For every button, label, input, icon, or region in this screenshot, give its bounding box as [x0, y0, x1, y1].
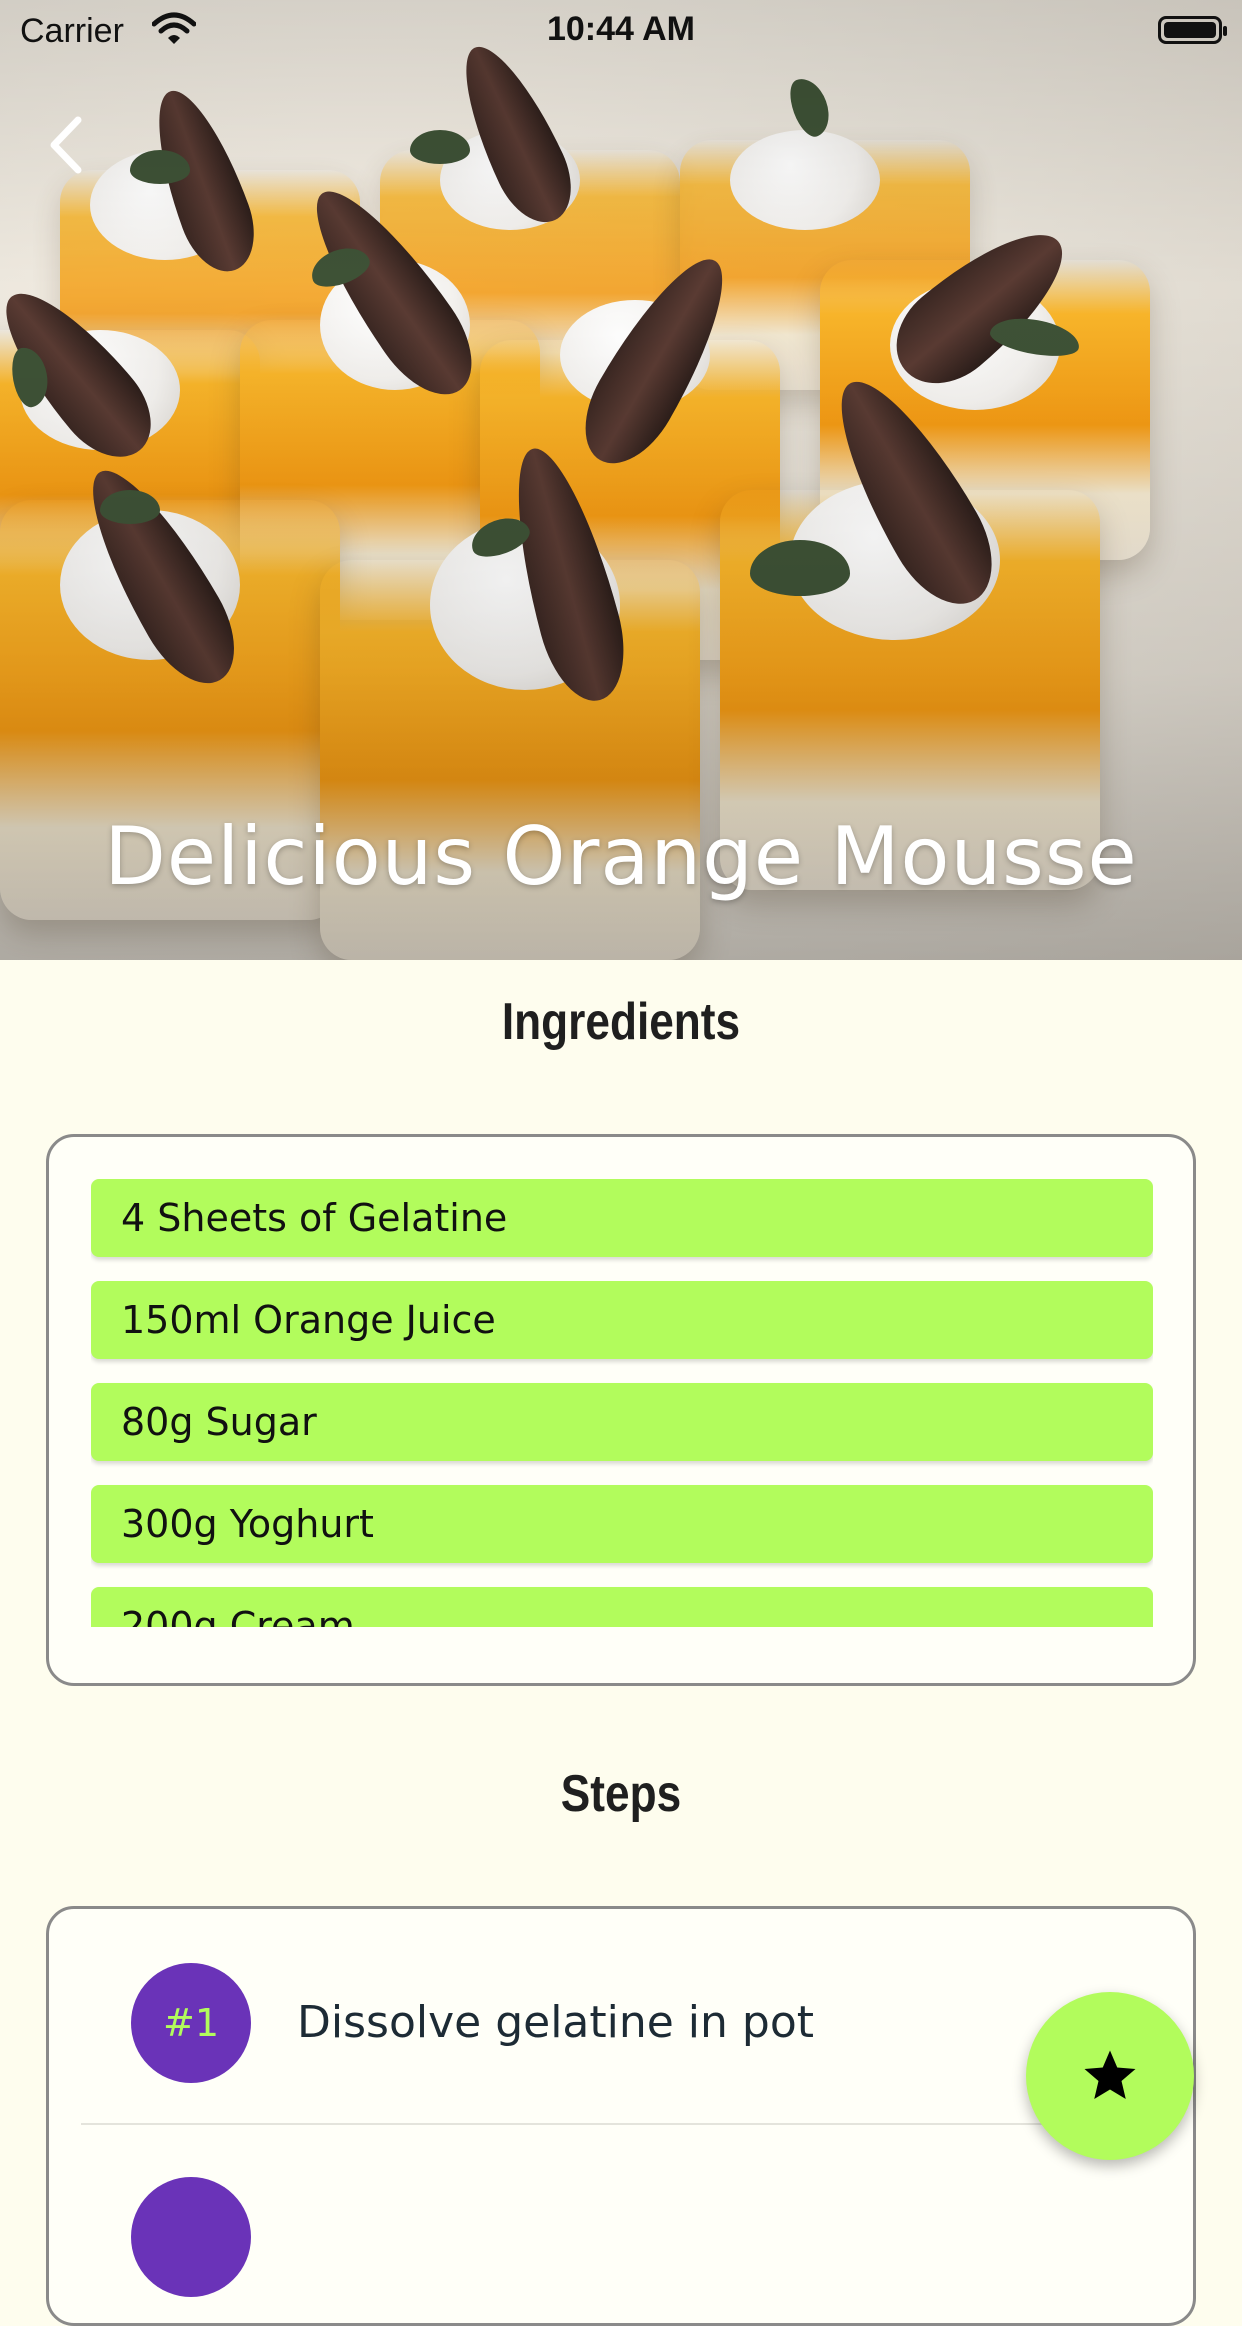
- step-number-badge: [131, 2177, 251, 2297]
- ingredient-item: 200g Cream: [91, 1587, 1153, 1627]
- steps-card: #1 Dissolve gelatine in pot: [46, 1906, 1196, 2326]
- back-button[interactable]: [40, 110, 100, 180]
- ingredients-heading: Ingredients: [501, 993, 741, 1051]
- ingredients-card: 4 Sheets of Gelatine 150ml Orange Juice …: [46, 1134, 1196, 1686]
- ingredient-item: 80g Sugar: [91, 1383, 1153, 1461]
- ingredient-item: 4 Sheets of Gelatine: [91, 1179, 1153, 1257]
- steps-heading: Steps: [560, 1765, 682, 1823]
- clock: 10:44 AM: [546, 10, 696, 48]
- battery-icon: [1158, 16, 1227, 44]
- ingredient-item: 300g Yoghurt: [91, 1485, 1153, 1563]
- chevron-left-icon: [50, 116, 82, 174]
- step-text: Dissolve gelatine in pot: [297, 1997, 814, 2048]
- ingredients-list[interactable]: 4 Sheets of Gelatine 150ml Orange Juice …: [91, 1179, 1153, 1627]
- ingredient-item: 150ml Orange Juice: [91, 1281, 1153, 1359]
- step-row[interactable]: #1 Dissolve gelatine in pot: [81, 1909, 1161, 2125]
- favorite-button[interactable]: [1026, 1992, 1194, 2160]
- status-bar: Carrier 10:44 AM: [0, 0, 1242, 62]
- star-icon: [1084, 2050, 1136, 2099]
- recipe-title: Delicious Orange Mousse: [104, 810, 1138, 903]
- step-number-badge: #1: [131, 1963, 251, 2083]
